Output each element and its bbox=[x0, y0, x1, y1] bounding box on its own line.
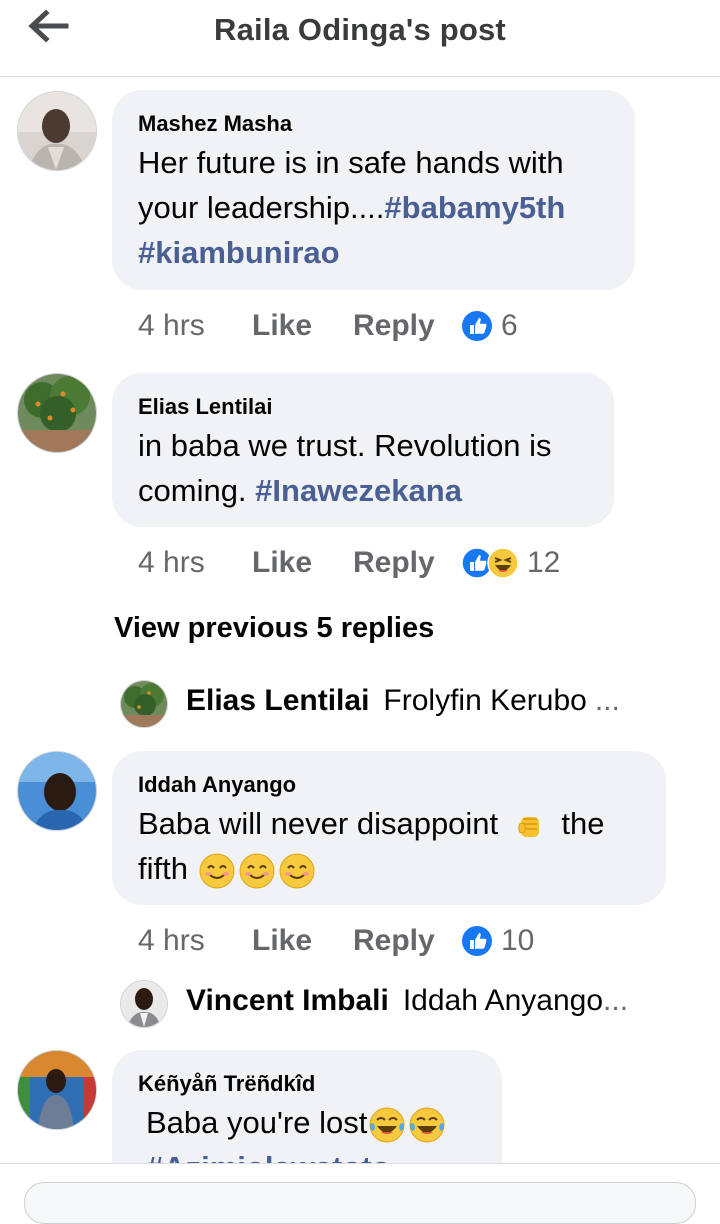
smiling-face-emoji-icon bbox=[239, 853, 275, 889]
comment-actions: 4 hrs Like Reply 12 bbox=[138, 543, 560, 583]
comment-bubble[interactable]: Mashez Masha Her future is in safe hands… bbox=[112, 90, 635, 290]
haha-reaction-icon[interactable] bbox=[487, 547, 519, 579]
like-button[interactable]: Like bbox=[252, 309, 353, 343]
avatar[interactable] bbox=[17, 1050, 97, 1130]
reaction-count[interactable]: 12 bbox=[527, 546, 560, 580]
view-previous-replies-link[interactable]: View previous 5 replies bbox=[114, 612, 434, 645]
like-reaction-icon[interactable] bbox=[461, 310, 493, 342]
reply-ellipsis: ... bbox=[603, 984, 629, 1017]
smiling-face-emoji-icon bbox=[199, 853, 235, 889]
comment-timestamp[interactable]: 4 hrs bbox=[138, 309, 252, 343]
reply-author[interactable]: Elias Lentilai bbox=[186, 684, 369, 718]
comment-bubble[interactable]: Elias Lentilai in baba we trust. Revolut… bbox=[112, 373, 614, 527]
comment-composer-bar bbox=[0, 1163, 720, 1224]
hashtag-link[interactable]: #kiambunirao bbox=[138, 235, 340, 270]
reply-snippet: Frolyfin Kerubo bbox=[383, 684, 587, 717]
comment-bubble[interactable]: Iddah Anyango Baba will never disappoint… bbox=[112, 751, 666, 905]
reaction-count[interactable]: 10 bbox=[501, 924, 534, 958]
comment-author[interactable]: Elias Lentilai bbox=[138, 393, 588, 421]
comment-timestamp[interactable]: 4 hrs bbox=[138, 546, 252, 580]
avatar[interactable] bbox=[120, 980, 168, 1028]
reply-author[interactable]: Vincent Imbali bbox=[186, 984, 389, 1018]
page-title: Raila Odinga's post bbox=[214, 12, 506, 47]
comment-text: in baba we trust. Revolution is coming. … bbox=[138, 428, 552, 508]
comment-timestamp[interactable]: 4 hrs bbox=[138, 924, 252, 958]
tears-of-joy-emoji-icon bbox=[409, 1107, 445, 1143]
like-reaction-icon[interactable] bbox=[461, 925, 493, 957]
write-comment-input[interactable] bbox=[24, 1182, 696, 1224]
reaction-count[interactable]: 6 bbox=[501, 309, 518, 343]
smiling-face-emoji-icon bbox=[279, 853, 315, 889]
avatar[interactable] bbox=[17, 373, 97, 453]
hashtag-link[interactable]: #Inawezekana bbox=[255, 473, 462, 508]
avatar[interactable] bbox=[17, 91, 97, 171]
reply-button[interactable]: Reply bbox=[353, 924, 461, 958]
tears-of-joy-emoji-icon bbox=[369, 1107, 405, 1143]
like-button[interactable]: Like bbox=[252, 546, 353, 580]
reply-button[interactable]: Reply bbox=[353, 309, 461, 343]
comment-text: Baba will never disappoint the fifth bbox=[138, 801, 640, 891]
comment-actions: 4 hrs Like Reply 10 bbox=[138, 921, 534, 961]
avatar[interactable] bbox=[17, 751, 97, 831]
hashtag-link[interactable]: #babamy5th bbox=[384, 190, 565, 225]
avatar[interactable] bbox=[120, 680, 168, 728]
like-button[interactable]: Like bbox=[252, 924, 353, 958]
post-header: Raila Odinga's post bbox=[0, 0, 720, 77]
comment-text: Her future is in safe hands with your le… bbox=[138, 145, 566, 270]
reply-ellipsis: ... bbox=[594, 684, 620, 717]
comment-author[interactable]: Iddah Anyango bbox=[138, 771, 640, 799]
comment-author[interactable]: Mashez Masha bbox=[138, 110, 609, 138]
comment-author[interactable]: Kéñyåñ Trëñdkîd bbox=[138, 1070, 476, 1098]
reply-button[interactable]: Reply bbox=[353, 546, 461, 580]
comment-actions: 4 hrs Like Reply 6 bbox=[138, 306, 518, 346]
reply-preview[interactable]: Elias Lentilai Frolyfin Kerubo ... bbox=[186, 684, 620, 718]
reply-snippet: Iddah Anyango bbox=[402, 984, 604, 1017]
reply-preview[interactable]: Vincent Imbali Iddah Anyango ... bbox=[186, 984, 628, 1018]
raised-fist-emoji-icon bbox=[518, 816, 539, 837]
